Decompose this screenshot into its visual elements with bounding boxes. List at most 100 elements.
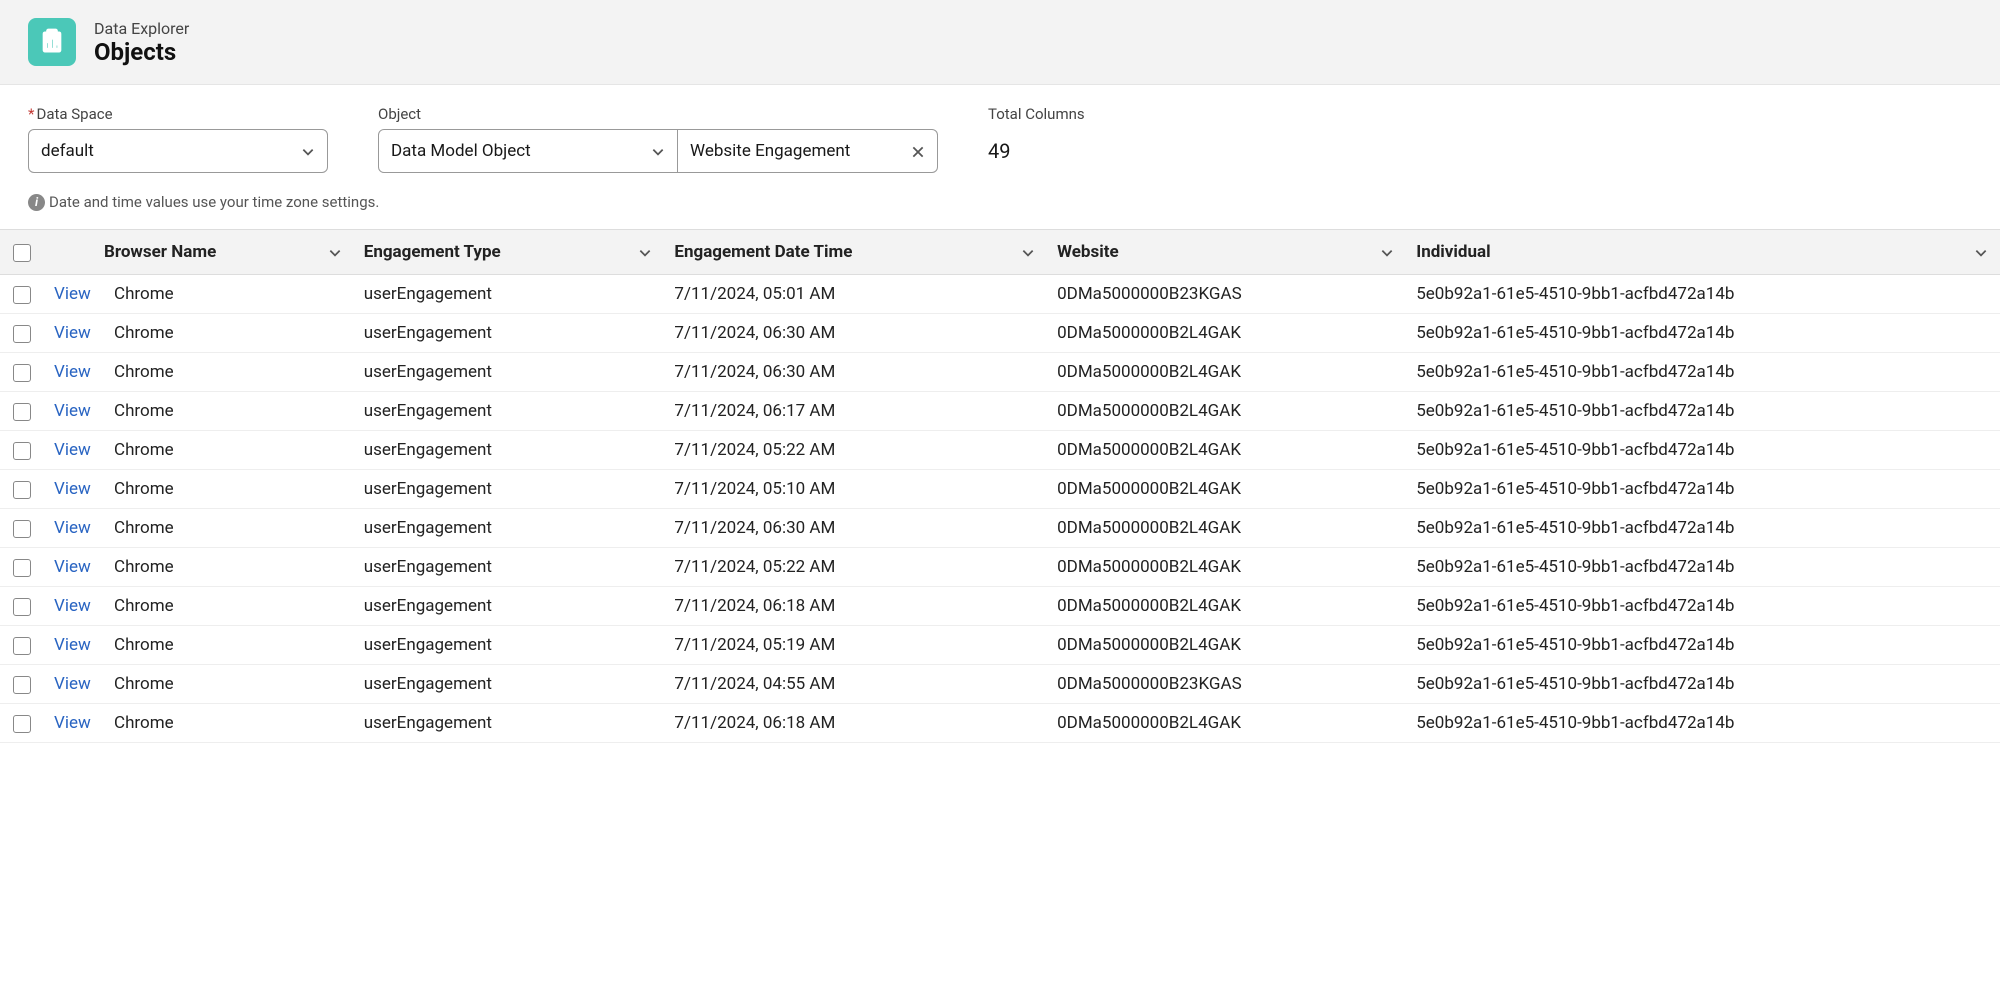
table-row: View Chrome userEngagement 7/11/2024, 06… (0, 587, 2000, 626)
data-space-label: *Data Space (28, 105, 328, 123)
object-selection-value: Website Engagement (690, 141, 850, 161)
cell-engagement-type: userEngagement (354, 665, 665, 704)
row-checkbox[interactable] (13, 598, 31, 616)
row-checkbox[interactable] (13, 481, 31, 499)
cell-datetime: 7/11/2024, 05:10 AM (664, 470, 1047, 509)
row-checkbox[interactable] (13, 442, 31, 460)
object-label: Object (378, 105, 938, 123)
cell-browser: Chrome (104, 626, 354, 665)
cell-website: 0DMa5000000B2L4GAK (1047, 431, 1406, 470)
cell-engagement-type: userEngagement (354, 275, 665, 314)
view-link[interactable]: View (54, 284, 91, 304)
col-individual[interactable]: Individual (1406, 230, 2000, 275)
col-engagement-datetime-label: Engagement Date Time (674, 242, 852, 262)
cell-browser: Chrome (104, 314, 354, 353)
required-indicator: * (28, 105, 34, 123)
row-checkbox[interactable] (13, 676, 31, 694)
col-engagement-date-time[interactable]: Engagement Date Time (664, 230, 1047, 275)
select-all-checkbox[interactable] (13, 244, 31, 262)
row-checkbox[interactable] (13, 520, 31, 538)
cell-browser: Chrome (104, 509, 354, 548)
object-type-dropdown[interactable]: Data Model Object (378, 129, 678, 173)
row-checkbox[interactable] (13, 286, 31, 304)
chevron-down-icon (651, 144, 665, 158)
view-link[interactable]: View (54, 596, 91, 616)
cell-website: 0DMa5000000B2L4GAK (1047, 587, 1406, 626)
col-engagement-type[interactable]: Engagement Type (354, 230, 665, 275)
cell-website: 0DMa5000000B23KGAS (1047, 275, 1406, 314)
col-engagement-type-label: Engagement Type (364, 242, 501, 262)
col-browser-name[interactable]: Browser Name (44, 230, 354, 275)
cell-engagement-type: userEngagement (354, 392, 665, 431)
cell-website: 0DMa5000000B23KGAS (1047, 665, 1406, 704)
table-row: View Chrome userEngagement 7/11/2024, 06… (0, 392, 2000, 431)
row-checkbox[interactable] (13, 364, 31, 382)
cell-individual: 5e0b92a1-61e5-4510-9bb1-acfbd472a14b (1406, 626, 2000, 665)
row-checkbox[interactable] (13, 403, 31, 421)
cell-datetime: 7/11/2024, 06:30 AM (664, 509, 1047, 548)
view-link[interactable]: View (54, 440, 91, 460)
cell-datetime: 7/11/2024, 06:30 AM (664, 314, 1047, 353)
data-table: Browser Name Engagement Type Engagement … (0, 229, 2000, 743)
cell-individual: 5e0b92a1-61e5-4510-9bb1-acfbd472a14b (1406, 587, 2000, 626)
view-link[interactable]: View (54, 362, 91, 382)
view-link[interactable]: View (54, 323, 91, 343)
view-link[interactable]: View (54, 479, 91, 499)
view-link[interactable]: View (54, 635, 91, 655)
data-space-group: *Data Space default (28, 105, 328, 173)
data-space-label-text: Data Space (36, 105, 112, 123)
header-supertitle: Data Explorer (94, 19, 189, 38)
cell-individual: 5e0b92a1-61e5-4510-9bb1-acfbd472a14b (1406, 470, 2000, 509)
total-columns-group: Total Columns 49 (988, 105, 1085, 163)
total-columns-value: 49 (988, 129, 1085, 163)
cell-engagement-type: userEngagement (354, 587, 665, 626)
view-link[interactable]: View (54, 518, 91, 538)
table-row: View Chrome userEngagement 7/11/2024, 05… (0, 275, 2000, 314)
data-explorer-icon (28, 18, 76, 66)
row-checkbox[interactable] (13, 637, 31, 655)
row-checkbox[interactable] (13, 559, 31, 577)
chevron-down-icon (1021, 245, 1035, 259)
row-checkbox[interactable] (13, 325, 31, 343)
cell-browser: Chrome (104, 665, 354, 704)
object-type-value: Data Model Object (391, 141, 531, 161)
view-link[interactable]: View (54, 401, 91, 421)
table-row: View Chrome userEngagement 7/11/2024, 06… (0, 314, 2000, 353)
view-link[interactable]: View (54, 713, 91, 733)
chevron-down-icon (638, 245, 652, 259)
cell-individual: 5e0b92a1-61e5-4510-9bb1-acfbd472a14b (1406, 353, 2000, 392)
cell-individual: 5e0b92a1-61e5-4510-9bb1-acfbd472a14b (1406, 704, 2000, 743)
cell-engagement-type: userEngagement (354, 548, 665, 587)
total-columns-label: Total Columns (988, 105, 1085, 123)
chevron-down-icon (301, 144, 315, 158)
col-website[interactable]: Website (1047, 230, 1406, 275)
cell-browser: Chrome (104, 704, 354, 743)
timezone-note-text: Date and time values use your time zone … (49, 193, 379, 211)
close-icon[interactable] (911, 144, 925, 158)
cell-datetime: 7/11/2024, 06:17 AM (664, 392, 1047, 431)
cell-datetime: 7/11/2024, 04:55 AM (664, 665, 1047, 704)
cell-individual: 5e0b92a1-61e5-4510-9bb1-acfbd472a14b (1406, 275, 2000, 314)
object-selection[interactable]: Website Engagement (678, 129, 938, 173)
select-all-header (0, 230, 44, 275)
cell-browser: Chrome (104, 392, 354, 431)
cell-website: 0DMa5000000B2L4GAK (1047, 470, 1406, 509)
cell-engagement-type: userEngagement (354, 353, 665, 392)
data-space-dropdown[interactable]: default (28, 129, 328, 173)
table-row: View Chrome userEngagement 7/11/2024, 05… (0, 470, 2000, 509)
cell-datetime: 7/11/2024, 06:18 AM (664, 587, 1047, 626)
cell-individual: 5e0b92a1-61e5-4510-9bb1-acfbd472a14b (1406, 509, 2000, 548)
view-link[interactable]: View (54, 557, 91, 577)
row-checkbox[interactable] (13, 715, 31, 733)
cell-individual: 5e0b92a1-61e5-4510-9bb1-acfbd472a14b (1406, 431, 2000, 470)
cell-browser: Chrome (104, 548, 354, 587)
cell-browser: Chrome (104, 470, 354, 509)
cell-individual: 5e0b92a1-61e5-4510-9bb1-acfbd472a14b (1406, 314, 2000, 353)
controls-row: *Data Space default Object Data Model Ob… (0, 85, 2000, 183)
cell-engagement-type: userEngagement (354, 314, 665, 353)
chevron-down-icon (328, 245, 342, 259)
view-link[interactable]: View (54, 674, 91, 694)
chevron-down-icon (1380, 245, 1394, 259)
cell-engagement-type: userEngagement (354, 704, 665, 743)
cell-individual: 5e0b92a1-61e5-4510-9bb1-acfbd472a14b (1406, 392, 2000, 431)
